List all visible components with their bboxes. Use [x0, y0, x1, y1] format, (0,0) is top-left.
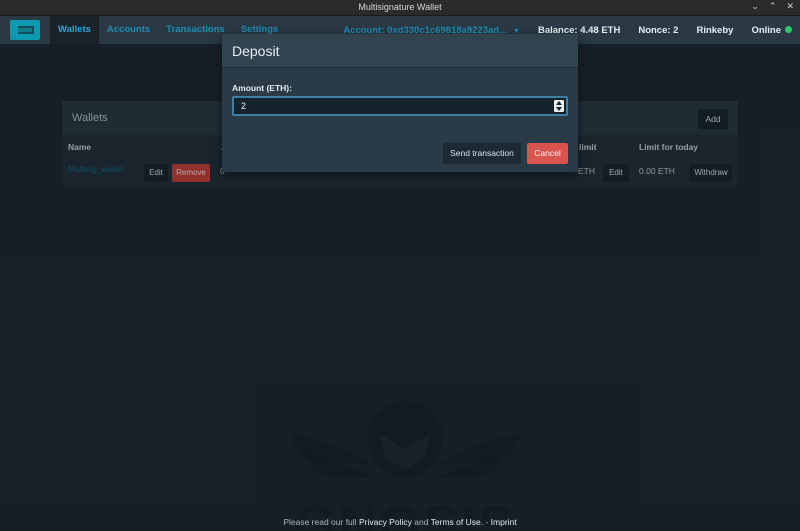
deposit-modal: Deposit Amount (ETH): Send transaction C…: [222, 34, 578, 172]
footer-and: and: [414, 517, 429, 527]
modal-header: Deposit: [222, 34, 578, 68]
footer-dash: -: [485, 517, 489, 527]
window-titlebar: Multisignature Wallet ⌄ ⌃ ✕: [0, 0, 800, 16]
online-status-label: Online: [751, 24, 781, 36]
terms-of-use-link[interactable]: Terms of Use.: [431, 517, 483, 527]
modal-title: Deposit: [232, 43, 280, 59]
wallet-logo-icon[interactable]: [10, 20, 40, 40]
send-transaction-button[interactable]: Send transaction: [443, 143, 521, 164]
tab-wallets[interactable]: Wallets: [50, 16, 99, 44]
online-dot-icon: [785, 26, 792, 34]
minimize-icon[interactable]: ⌄: [751, 1, 759, 12]
tab-accounts[interactable]: Accounts: [99, 16, 158, 44]
cancel-button[interactable]: Cancel: [527, 143, 568, 164]
online-status: Online: [751, 25, 792, 36]
footer: Please read our full Privacy Policy and …: [0, 517, 800, 527]
amount-label: Amount (ETH):: [232, 83, 292, 93]
close-icon[interactable]: ✕: [786, 1, 794, 12]
window-title: Multisignature Wallet: [358, 2, 442, 12]
network-text: Rinkeby: [696, 24, 734, 36]
amount-stepper-icon[interactable]: [554, 100, 564, 112]
imprint-link[interactable]: Imprint: [491, 517, 517, 527]
privacy-policy-link[interactable]: Privacy Policy: [359, 517, 412, 527]
amount-input[interactable]: [232, 96, 568, 116]
nonce-text: Nonce: 2: [638, 24, 679, 36]
maximize-icon[interactable]: ⌃: [769, 1, 777, 12]
footer-prefix: Please read our full: [283, 517, 357, 527]
